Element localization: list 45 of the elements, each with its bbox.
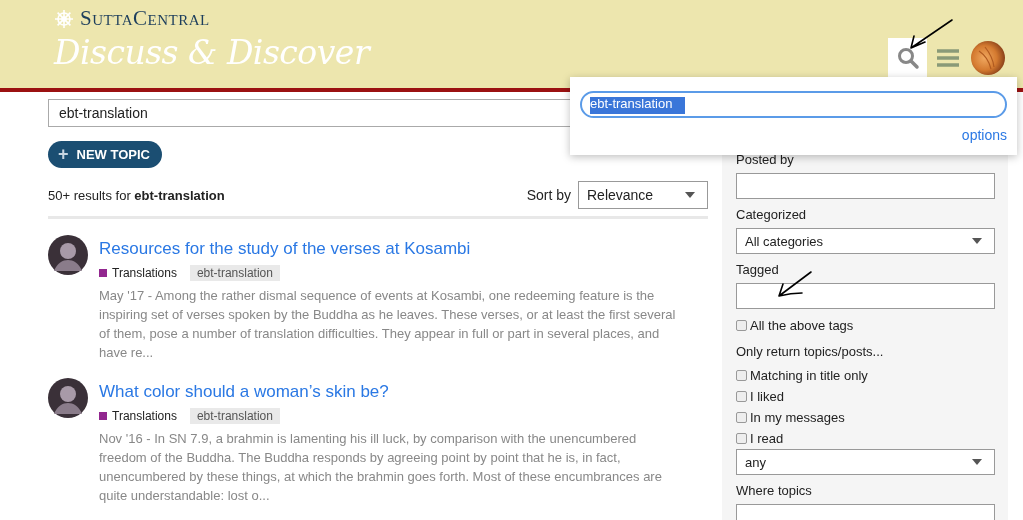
topic-title-link[interactable]: Resources for the study of the verses at Kosambi [99,239,679,259]
user-avatar-icon [48,235,88,275]
avatar-icon[interactable] [971,40,1005,75]
checkbox-label: Matching in title only [750,368,868,383]
options-link[interactable]: options [961,127,1007,143]
filter-field[interactable] [736,173,995,199]
checkbox-label: In my messages [750,410,845,425]
topic-excerpt: Nov '16 - In SN 7.9, a brahmin is lamenting his ill luck, by comparison with the unencumbered freedom of the Buddha. The Buddha responds by agreeing point by point that he is, in fact, unencumbered by these things, at which the brahmin goes forth. Most of these encumbrances are quite understandable: lost o... [99,430,663,505]
search-button[interactable] [888,38,927,77]
user-avatar-icon [48,378,88,418]
category-link[interactable]: Translations [112,409,177,423]
brand-name[interactable]: SuttaCentral [80,6,210,31]
filter-label: Tagged [736,262,780,277]
results-summary: 50+ results for ebt-translation [48,187,225,203]
checkbox-label: I liked [750,389,784,404]
search-icon [895,45,920,70]
checkbox[interactable] [736,391,747,402]
new-topic-button[interactable]: + NEW TOPIC [48,141,162,168]
header-search-field[interactable]: ebt-translation [580,91,1007,118]
checkbox[interactable] [736,433,747,444]
filter-label: Where topics [736,483,813,498]
menu-icon[interactable] [937,48,959,67]
checkbox-label: I read [750,431,784,446]
checkbox-label: All the above tags [750,318,854,333]
caret-icon [685,192,695,198]
caret-icon [972,459,982,465]
filter-select[interactable]: All categories [736,228,995,254]
checkbox[interactable] [736,320,747,331]
checkbox[interactable] [736,412,747,423]
tag-link[interactable]: ebt-translation [189,408,280,424]
checkbox[interactable] [736,370,747,381]
filter-field[interactable] [736,283,995,309]
filter-select[interactable]: any [736,449,995,475]
full-page-search-field[interactable]: ebt-translation [48,99,572,127]
sort-select[interactable]: Relevance [578,181,708,209]
caret-icon [972,238,982,244]
topic-excerpt: May '17 - Among the rather dismal sequence of events at Kosambi, one redeeming feature is the inspiring set of verses spoken by the Buddha as he leaves. These verses, or at least the first several of them, pose a number of translation difficulties. They appear in full or part in several places, and have re... [99,287,677,362]
filter-label: Posted by [736,152,795,167]
category-link[interactable]: Translations [112,266,177,280]
topic-title-link[interactable]: What color should a woman’s skin be? [99,382,679,402]
wheel-icon [54,8,74,29]
filter-label: Only return topics/posts... [736,344,885,359]
tag-link[interactable]: ebt-translation [189,265,280,281]
filter-label: Categorized [736,207,808,222]
sort-label: Sort by [526,187,571,203]
